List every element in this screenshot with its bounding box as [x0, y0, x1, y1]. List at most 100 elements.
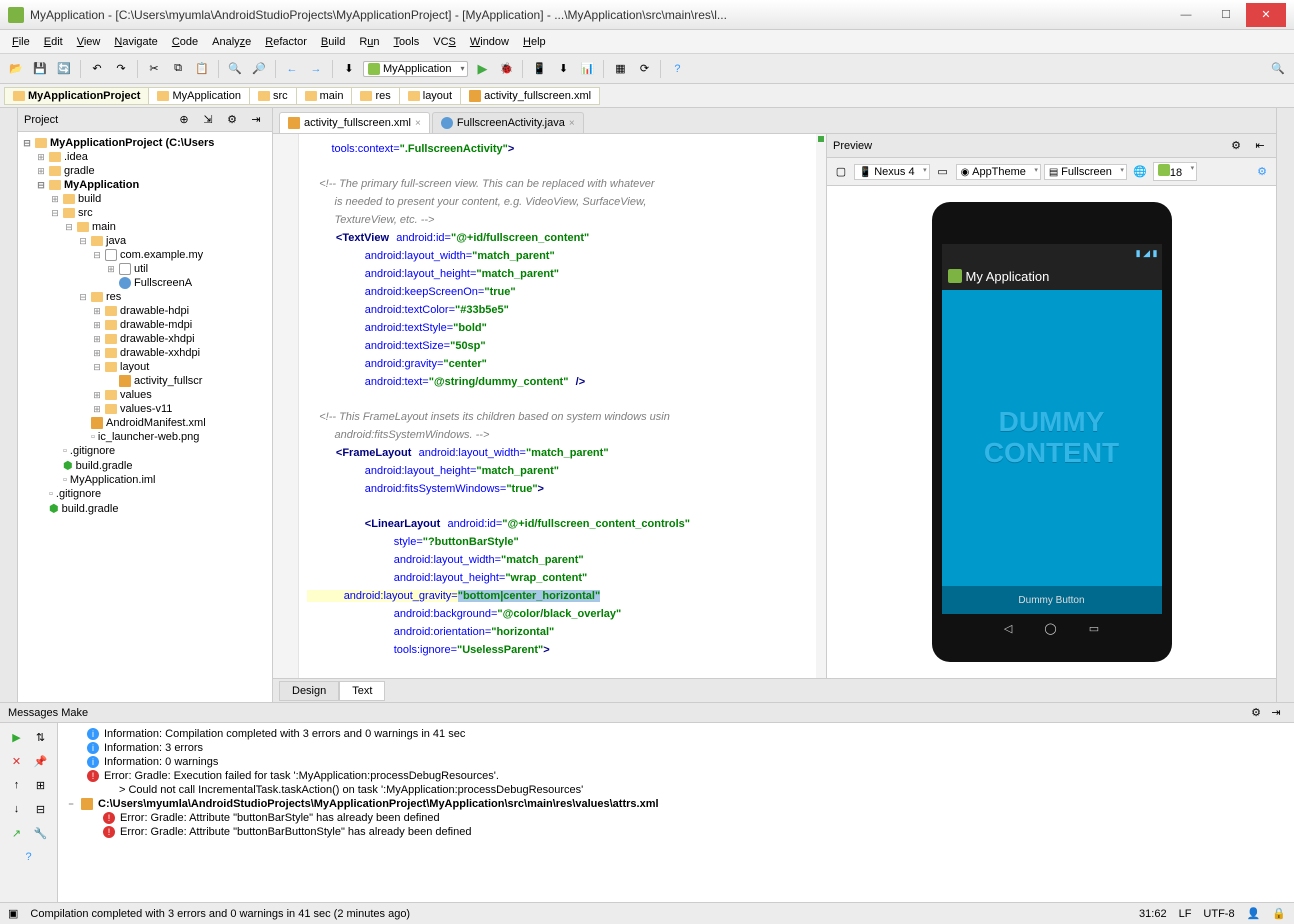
collapse-icon[interactable]: ⊟ — [31, 799, 51, 819]
line-separator[interactable]: LF — [1179, 908, 1192, 920]
code-editor[interactable]: tools:context=".FullscreenActivity"> <!-… — [273, 134, 826, 678]
back-icon[interactable]: ← — [282, 59, 302, 79]
tree-item[interactable]: ⊟src — [18, 206, 272, 220]
debug-icon[interactable]: 🐞 — [496, 59, 516, 79]
tree-item[interactable]: ⊞values — [18, 388, 272, 402]
close-button[interactable]: ✕ — [1246, 3, 1286, 27]
tree-item[interactable]: ⬢build.gradle — [18, 458, 272, 473]
tree-item[interactable]: ⊞gradle — [18, 164, 272, 178]
crumb-6[interactable]: activity_fullscreen.xml — [460, 87, 600, 105]
api-combo[interactable]: 18 — [1153, 162, 1197, 181]
monitor-icon[interactable]: 📊 — [577, 59, 597, 79]
theme-combo[interactable]: ◉ AppTheme — [956, 164, 1041, 180]
make-icon[interactable]: ⬇ — [339, 59, 359, 79]
maximize-button[interactable]: ☐ — [1206, 3, 1246, 27]
tree-item[interactable]: ⊞values-v11 — [18, 402, 272, 416]
gear-icon[interactable]: ⚙ — [222, 110, 242, 130]
crumb-3[interactable]: main — [296, 87, 353, 105]
expand-icon[interactable]: ⊞ — [31, 775, 51, 795]
gear-icon[interactable]: ⚙ — [1246, 703, 1266, 723]
tree-item[interactable]: ⊟MyApplication — [18, 178, 272, 192]
stop-icon[interactable]: ✕ — [7, 751, 27, 771]
menu-view[interactable]: View — [71, 34, 107, 50]
device-combo[interactable]: 📱 Nexus 4 — [854, 164, 930, 180]
hide-icon[interactable]: ⇥ — [1266, 703, 1286, 723]
tree-item[interactable]: ⊟MyApplicationProject (C:\Users — [18, 136, 272, 150]
encoding[interactable]: UTF-8 — [1203, 908, 1234, 920]
refresh-icon[interactable]: ⚙ — [1252, 162, 1272, 182]
tree-item[interactable]: ⊞drawable-hdpi — [18, 304, 272, 318]
crumb-5[interactable]: layout — [399, 87, 461, 105]
tree-item[interactable]: ▫ic_launcher-web.png — [18, 430, 272, 444]
pin-icon[interactable]: 📌 — [31, 751, 51, 771]
rerun-icon[interactable]: ▶ — [7, 727, 27, 747]
tree-item[interactable]: ⊞drawable-mdpi — [18, 318, 272, 332]
menu-code[interactable]: Code — [166, 34, 204, 50]
sync-icon[interactable]: 🔄 — [54, 59, 74, 79]
close-icon[interactable]: × — [569, 118, 575, 129]
tree-item[interactable]: ⬢build.gradle — [18, 501, 272, 516]
tab-text[interactable]: Text — [339, 681, 385, 701]
tree-item[interactable]: ⊟res — [18, 290, 272, 304]
scroll-target-icon[interactable]: ⊕ — [174, 110, 194, 130]
tree-item[interactable]: ⊞drawable-xxhdpi — [18, 346, 272, 360]
settings-icon[interactable]: 🔧 — [31, 823, 51, 843]
hide-icon[interactable]: ⇥ — [246, 110, 266, 130]
filter-icon[interactable]: ⇅ — [31, 727, 51, 747]
replace-icon[interactable]: 🔎 — [249, 59, 269, 79]
paste-icon[interactable]: 📋 — [192, 59, 212, 79]
close-icon[interactable]: × — [415, 118, 421, 129]
tree-item[interactable]: ⊞build — [18, 192, 272, 206]
sdk-icon[interactable]: ⬇ — [553, 59, 573, 79]
crumb-2[interactable]: src — [249, 87, 297, 105]
menu-help[interactable]: Help — [517, 34, 552, 50]
tab-design[interactable]: Design — [279, 681, 339, 701]
redo-icon[interactable]: ↷ — [111, 59, 131, 79]
tree-item[interactable]: activity_fullscr — [18, 374, 272, 388]
help2-icon[interactable]: ? — [19, 847, 39, 867]
menu-edit[interactable]: Edit — [38, 34, 69, 50]
gear-icon[interactable]: ⚙ — [1226, 136, 1246, 156]
menu-tools[interactable]: Tools — [388, 34, 426, 50]
up-icon[interactable]: ↑ — [7, 775, 27, 795]
tree-item[interactable]: ▫MyApplication.iml — [18, 473, 272, 487]
lock-icon[interactable]: 🔒 — [1272, 907, 1286, 920]
tree-item[interactable]: FullscreenA — [18, 276, 272, 290]
avd-icon[interactable]: 📱 — [529, 59, 549, 79]
hide-icon[interactable]: ⇤ — [1250, 136, 1270, 156]
toolwindow-icon[interactable]: ▣ — [8, 907, 18, 920]
tree-item[interactable]: AndroidManifest.xml — [18, 416, 272, 430]
tree-item[interactable]: ⊟main — [18, 220, 272, 234]
undo-icon[interactable]: ↶ — [87, 59, 107, 79]
tree-item[interactable]: ⊞util — [18, 262, 272, 276]
orientation-icon[interactable]: ▢ — [831, 162, 851, 182]
forward-icon[interactable]: → — [306, 59, 326, 79]
inspection-icon[interactable]: 👤 — [1247, 907, 1261, 920]
tab-activity-fullscreen[interactable]: activity_fullscreen.xml× — [279, 112, 430, 133]
collapse-icon[interactable]: ⇲ — [198, 110, 218, 130]
tree-item[interactable]: ⊟java — [18, 234, 272, 248]
menu-run[interactable]: Run — [353, 34, 385, 50]
save-icon[interactable]: 💾 — [30, 59, 50, 79]
help-icon[interactable]: ? — [667, 59, 687, 79]
search-icon[interactable]: 🔍 — [1268, 59, 1288, 79]
tree-item[interactable]: ▫.gitignore — [18, 487, 272, 501]
tab-fullscreen-activity[interactable]: FullscreenActivity.java× — [432, 112, 584, 133]
menu-file[interactable]: File — [6, 34, 36, 50]
locale-icon[interactable]: 🌐 — [1130, 162, 1150, 182]
copy-icon[interactable]: ⧉ — [168, 59, 188, 79]
crumb-4[interactable]: res — [351, 87, 399, 105]
down-icon[interactable]: ↓ — [7, 799, 27, 819]
menu-vcs[interactable]: VCS — [427, 34, 462, 50]
run-icon[interactable]: ▶ — [472, 59, 492, 79]
tree-item[interactable]: ⊟com.example.my — [18, 248, 272, 262]
minimize-button[interactable]: — — [1166, 3, 1206, 27]
menu-window[interactable]: Window — [464, 34, 515, 50]
tree-item[interactable]: ⊞.idea — [18, 150, 272, 164]
crumb-0[interactable]: MyApplicationProject — [4, 87, 149, 105]
menu-navigate[interactable]: Navigate — [108, 34, 163, 50]
config-combo[interactable]: ▤ Fullscreen — [1044, 164, 1127, 180]
tree-item[interactable]: ⊞drawable-xhdpi — [18, 332, 272, 346]
tree-item[interactable]: ⊟layout — [18, 360, 272, 374]
find-icon[interactable]: 🔍 — [225, 59, 245, 79]
